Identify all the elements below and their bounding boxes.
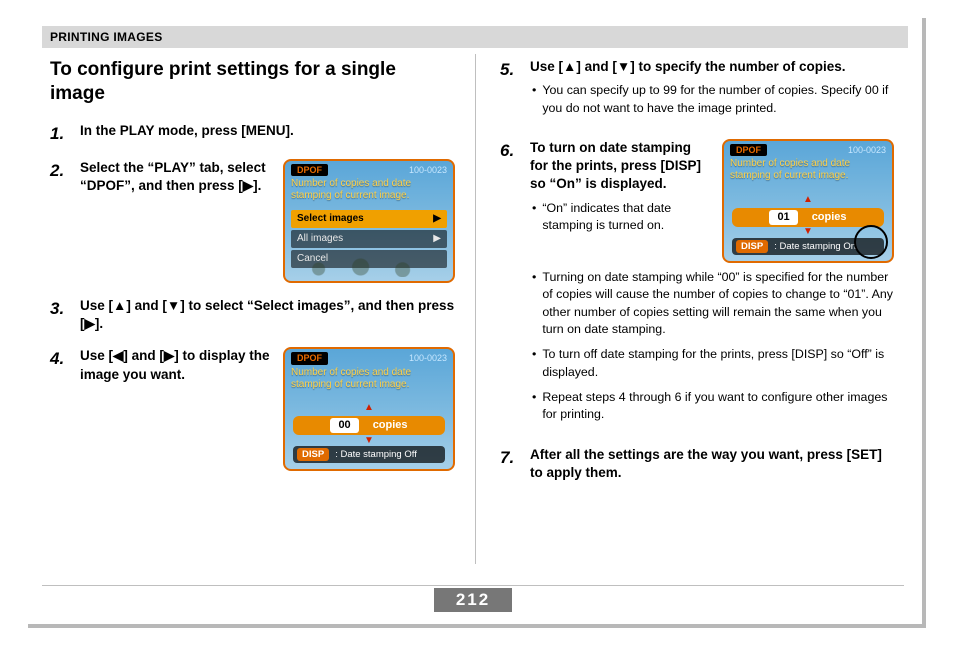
- lcd-copies-number: 01: [769, 210, 797, 225]
- lcd-dpof-label: DPOF: [291, 164, 328, 176]
- highlight-circle-icon: [854, 225, 888, 259]
- step-5: 5. Use [▲] and [▼] to specify the number…: [500, 58, 894, 125]
- step-3: 3. Use [▲] and [▼] to select “Select ima…: [50, 297, 455, 333]
- lcd-disp-text: : Date stamping Off: [335, 448, 417, 461]
- step-text: Use [◀] and [▶] to display the image you…: [80, 347, 273, 383]
- lcd-figure-copies-off: DPOF 100-0023 Number of copies and date …: [283, 347, 455, 471]
- bullet-text: You can specify up to 99 for the number …: [542, 82, 894, 117]
- page-footer: 212: [42, 585, 904, 612]
- lcd-background-art: [285, 237, 453, 277]
- step-text: Select the “PLAY” tab, select “DPOF”, an…: [80, 159, 273, 195]
- step-4: 4. Use [◀] and [▶] to display the image …: [50, 347, 455, 471]
- page-number: 212: [434, 588, 512, 612]
- bullet-text: To turn off date stamping for the prints…: [542, 346, 894, 381]
- step-number: 5.: [500, 58, 522, 125]
- lcd-copies-label: copies: [812, 210, 847, 225]
- lcd-dpof-label: DPOF: [291, 352, 328, 364]
- step-2: 2. Select the “PLAY” tab, select “DPOF”,…: [50, 159, 455, 283]
- step-number: 7.: [500, 446, 522, 482]
- step-text: Use [▲] and [▼] to select “Select images…: [80, 297, 455, 333]
- step-1: 1. In the PLAY mode, press [MENU].: [50, 122, 455, 145]
- play-icon: ▶: [433, 212, 441, 226]
- lcd-disp-button: DISP: [297, 448, 329, 461]
- lcd-copies-label: copies: [373, 418, 408, 433]
- step-text: After all the settings are the way you w…: [530, 446, 894, 482]
- up-arrow-icon: ▲: [803, 193, 813, 207]
- section-title: To configure print settings for a single…: [50, 58, 455, 106]
- two-column-layout: To configure print settings for a single…: [28, 54, 922, 564]
- step-number: 6.: [500, 139, 522, 432]
- up-arrow-icon: ▲: [364, 401, 374, 415]
- lcd-disp-button: DISP: [736, 240, 768, 253]
- lcd-subtitle: Number of copies and date stamping of cu…: [285, 367, 453, 395]
- lcd-menu-row-selected: Select images ▶: [291, 210, 447, 228]
- lcd-counter: 100-0023: [409, 164, 447, 176]
- down-arrow-icon: ▼: [803, 225, 813, 239]
- lcd-disp-text: : Date stamping On: [774, 240, 856, 253]
- lcd-copies-number: 00: [330, 418, 358, 433]
- lcd-figure-copies-on: DPOF 100-0023 Number of copies and date …: [722, 139, 894, 263]
- lcd-copies-row: 01 copies: [732, 208, 884, 227]
- step-number: 4.: [50, 347, 72, 471]
- step-number: 1.: [50, 122, 72, 145]
- step-text: In the PLAY mode, press [MENU].: [80, 122, 455, 140]
- step-text: To turn on date stamping for the prints,…: [530, 139, 712, 194]
- bullet-text: Repeat steps 4 through 6 if you want to …: [542, 389, 894, 424]
- step-number: 2.: [50, 159, 72, 283]
- bullet-text: Turning on date stamping while “00” is s…: [542, 269, 894, 338]
- step-7: 7. After all the settings are the way yo…: [500, 446, 894, 482]
- lcd-counter: 100-0023: [848, 144, 886, 156]
- lcd-disp-row: DISP : Date stamping Off: [293, 446, 445, 463]
- right-column: 5. Use [▲] and [▼] to specify the number…: [475, 54, 908, 564]
- lcd-subtitle: Number of copies and date stamping of cu…: [285, 178, 453, 206]
- lcd-figure-dpof-menu: DPOF 100-0023 Number of copies and date …: [283, 159, 455, 283]
- lcd-copies-row: 00 copies: [293, 416, 445, 435]
- bullet-text: “On” indicates that date stamping is tur…: [542, 200, 712, 235]
- section-header: PRINTING IMAGES: [42, 26, 908, 48]
- lcd-counter: 100-0023: [409, 352, 447, 364]
- lcd-dpof-label: DPOF: [730, 144, 767, 156]
- lcd-menu-label: Select images: [297, 212, 364, 226]
- step-number: 3.: [50, 297, 72, 333]
- left-column: To configure print settings for a single…: [42, 54, 475, 564]
- step-text: Use [▲] and [▼] to specify the number of…: [530, 58, 894, 76]
- lcd-subtitle: Number of copies and date stamping of cu…: [724, 158, 892, 186]
- step-6: 6. To turn on date stamping for the prin…: [500, 139, 894, 432]
- manual-page: PRINTING IMAGES To configure print setti…: [28, 18, 926, 628]
